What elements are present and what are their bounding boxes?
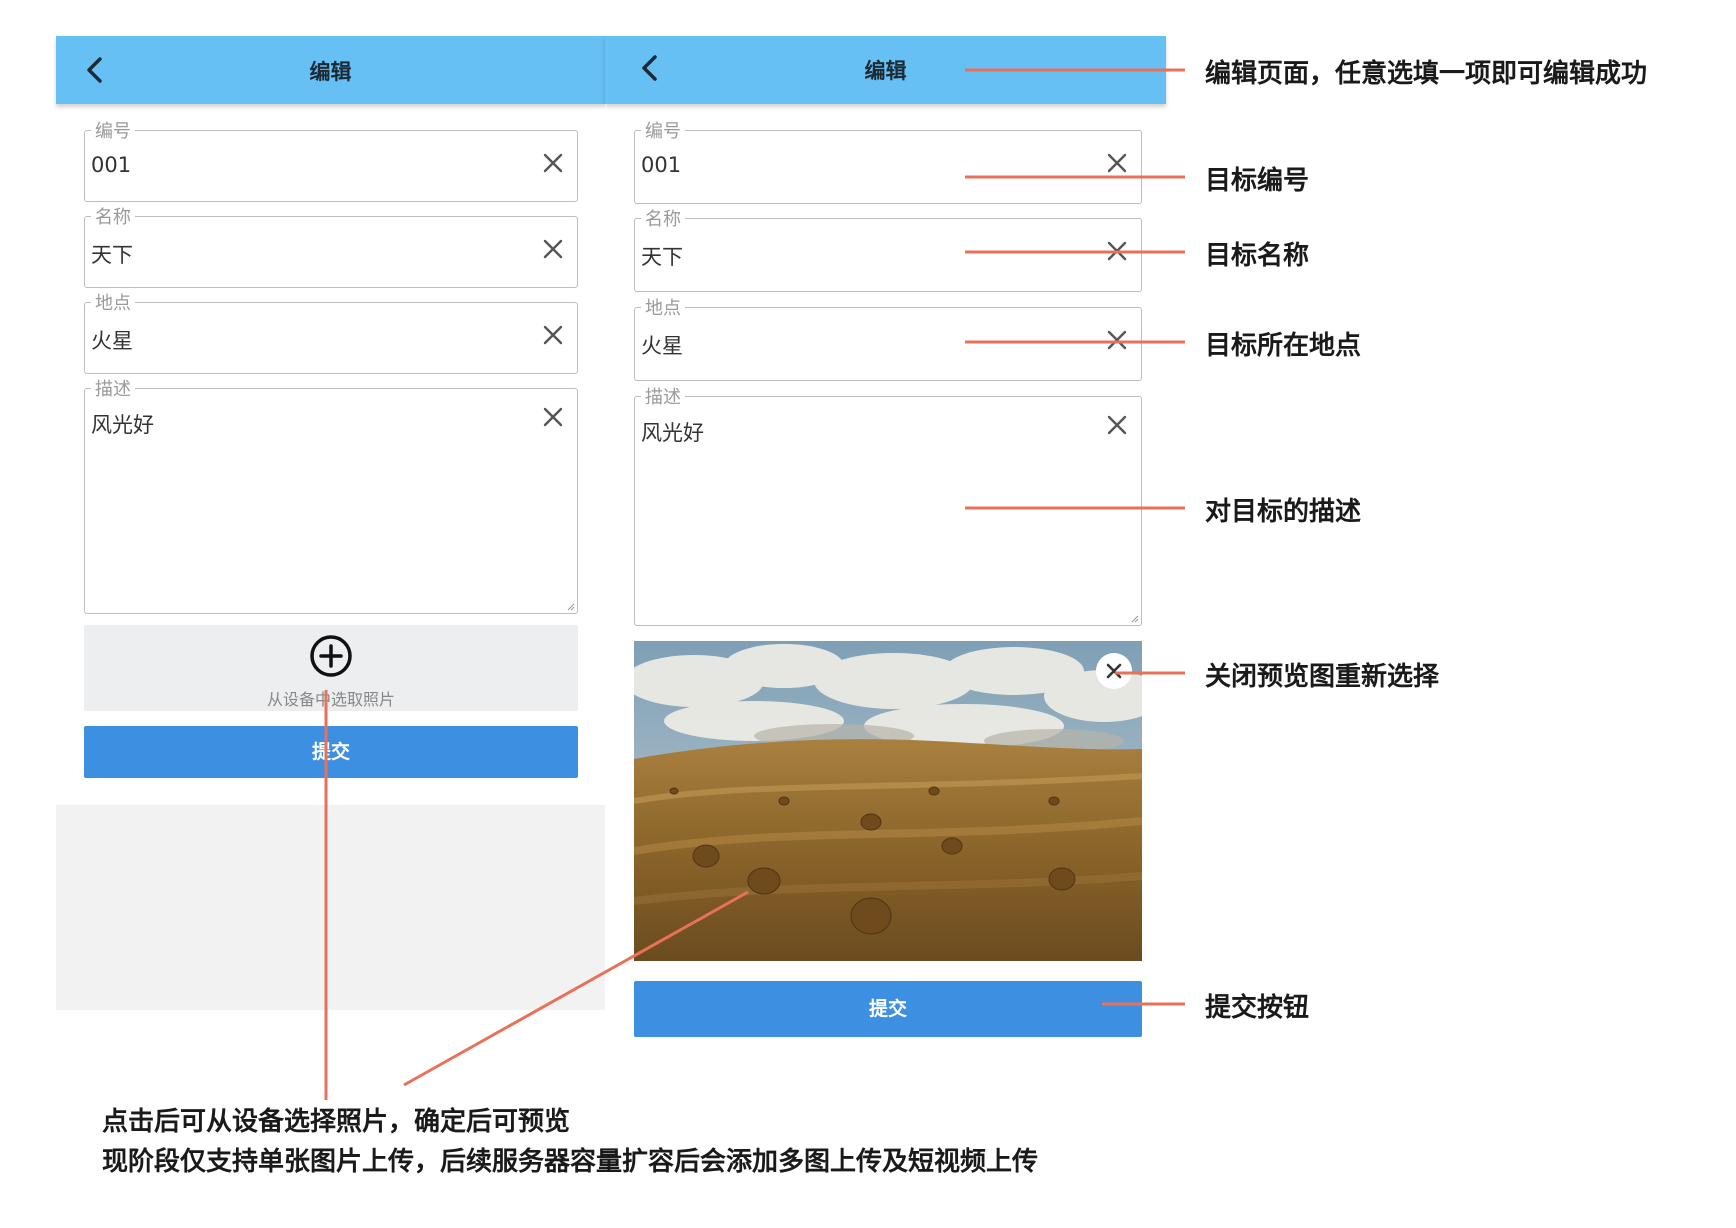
submit-button[interactable]: 提交: [84, 726, 578, 778]
close-icon[interactable]: [539, 321, 567, 349]
page-title: 编辑: [864, 59, 907, 83]
number-label: 编号: [641, 117, 685, 143]
annotation-submit-button: 提交按钮: [1205, 993, 1310, 1023]
page-title: 编辑: [309, 60, 352, 84]
annotation-edit-page: 编辑页面，任意选填一项即可编辑成功: [1205, 59, 1648, 89]
description-label: 描述: [641, 383, 685, 409]
name-label: 名称: [641, 205, 685, 231]
number-field[interactable]: 编号 001: [634, 117, 1142, 204]
name-value: 天下: [91, 243, 133, 267]
close-icon[interactable]: [1103, 237, 1131, 265]
annotation-target-location: 目标所在地点: [1205, 331, 1362, 361]
description-value: 风光好: [91, 413, 154, 437]
photo-picker-button[interactable]: 从设备中选取照片: [84, 625, 578, 711]
close-icon[interactable]: [1096, 653, 1132, 689]
location-value: 火星: [91, 329, 133, 353]
submit-button[interactable]: 提交: [634, 981, 1142, 1037]
annotation-close-preview: 关闭预览图重新选择: [1205, 662, 1440, 692]
location-label: 地点: [641, 294, 685, 320]
location-field[interactable]: 地点 火星: [84, 289, 578, 374]
name-field[interactable]: 名称 天下: [84, 203, 578, 288]
number-field[interactable]: 编号 001: [84, 117, 578, 202]
location-value: 火星: [641, 334, 683, 358]
close-icon[interactable]: [1103, 411, 1131, 439]
close-icon[interactable]: [1103, 149, 1131, 177]
bottom-note-line-1: 点击后可从设备选择照片，确定后可预览: [102, 1107, 571, 1137]
name-field[interactable]: 名称 天下: [634, 205, 1142, 292]
annotation-target-name: 目标名称: [1205, 241, 1310, 271]
resize-handle-icon[interactable]: [1131, 615, 1139, 623]
close-icon[interactable]: [539, 149, 567, 177]
location-label: 地点: [91, 289, 135, 315]
description-field[interactable]: 描述 风光好: [634, 383, 1142, 626]
close-icon[interactable]: [1103, 326, 1131, 354]
bottom-note: 点击后可从设备选择照片，确定后可预览 现阶段仅支持单张图片上传，后续服务器容量扩…: [102, 1102, 1038, 1182]
empty-area: [56, 805, 605, 1010]
plus-circle-icon: [310, 635, 352, 677]
number-label: 编号: [91, 117, 135, 143]
annotation-target-description: 对目标的描述: [1205, 497, 1362, 527]
number-value: 001: [641, 153, 682, 177]
photo-preview: [634, 641, 1142, 961]
close-icon[interactable]: [539, 235, 567, 263]
number-value: 001: [91, 153, 132, 177]
close-icon[interactable]: [539, 403, 567, 431]
bottom-note-line-2: 现阶段仅支持单张图片上传，后续服务器容量扩容后会添加多图上传及短视频上传: [102, 1147, 1039, 1177]
annotation-target-number: 目标编号: [1205, 166, 1310, 196]
description-label: 描述: [91, 375, 135, 401]
resize-handle-icon[interactable]: [567, 603, 575, 611]
app-bar: 编辑: [605, 36, 1166, 104]
name-label: 名称: [91, 203, 135, 229]
app-bar: 编辑: [56, 36, 605, 104]
photo-picker-label: 从设备中选取照片: [266, 690, 395, 709]
name-value: 天下: [641, 245, 683, 269]
landscape-photo: [634, 641, 1142, 961]
description-field[interactable]: 描述 风光好: [84, 375, 578, 614]
description-value: 风光好: [641, 421, 704, 445]
location-field[interactable]: 地点 火星: [634, 294, 1142, 381]
right-edit-screen: 编辑 编号 001 名称 天下 地点 火星 描述 风光好 提交: [605, 36, 1166, 1046]
